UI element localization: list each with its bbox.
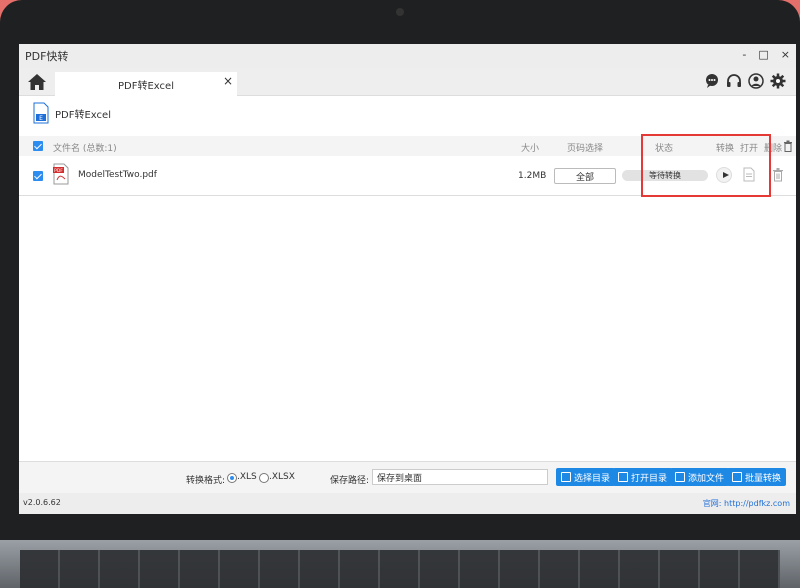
format-label: 转换格式: [186, 476, 226, 486]
add-file-label: 添加文件 [688, 473, 725, 484]
delete-all-icon[interactable] [783, 140, 793, 152]
minimize-button[interactable]: - [742, 48, 746, 61]
path-label: 保存路径: [330, 476, 370, 486]
open-dir-button[interactable]: 打开目录 [613, 468, 673, 486]
file-name: ModelTestTwo.pdf [78, 170, 157, 180]
row-checkbox[interactable] [33, 171, 43, 181]
user-icon[interactable] [748, 73, 764, 89]
header-tools [704, 73, 786, 89]
folder-open-icon [618, 472, 628, 482]
camera-dot [396, 8, 404, 16]
folder-icon [561, 472, 571, 482]
mode-header: E PDF转Excel [33, 102, 111, 124]
title-bar: PDF快转 - □ × [19, 44, 796, 68]
page-range-label: 全部 [575, 172, 594, 183]
add-file-button[interactable]: 添加文件 [670, 468, 730, 486]
bottom-toolbar: 转换格式: .XLS .XLSX 保存路径: 选择目录 打开目录 添加文件 批量… [19, 461, 796, 493]
choose-dir-button[interactable]: 选择目录 [556, 468, 616, 486]
svg-text:PDF: PDF [54, 168, 63, 174]
tab-bar: PDF转Excel × [19, 68, 796, 96]
highlight-box [641, 134, 771, 197]
col-pages: 页码选择 [567, 144, 604, 154]
plus-icon [675, 472, 685, 482]
tab-label: PDF转Excel [118, 80, 174, 92]
pdf-file-icon: PDF [53, 163, 69, 185]
home-icon[interactable] [27, 73, 47, 91]
maximize-button[interactable]: □ [758, 48, 768, 61]
col-size: 大小 [521, 144, 540, 154]
svg-text:E: E [39, 115, 43, 122]
close-window-button[interactable]: × [781, 48, 790, 61]
mode-title: PDF转Excel [55, 109, 111, 121]
col-filename: 文件名 (总数:1) [53, 144, 117, 154]
format-xlsx-label: .XLSX [269, 472, 295, 482]
file-size: 1.2MB [518, 171, 547, 181]
chat-icon[interactable] [704, 73, 720, 89]
website-link[interactable]: 官网: http://pdfkz.com [703, 498, 790, 509]
version-text: v2.0.6.62 [23, 498, 61, 507]
status-bar: v2.0.6.62 官网: http://pdfkz.com [19, 493, 796, 514]
format-xls-label: .XLS [237, 472, 257, 482]
tab-close-icon[interactable]: × [223, 74, 233, 88]
format-xlsx-radio[interactable] [259, 473, 269, 483]
app-title: PDF快转 [25, 50, 69, 63]
app-window: PDF快转 - □ × PDF转Excel × E PDF转Excel 文件名 … [19, 44, 796, 514]
choose-dir-label: 选择目录 [574, 473, 611, 484]
convert-icon [732, 472, 742, 482]
headset-icon[interactable] [726, 73, 742, 89]
laptop-keyboard [0, 540, 800, 588]
tab-pdf-to-excel[interactable]: PDF转Excel [55, 72, 237, 96]
select-all-checkbox[interactable] [33, 141, 43, 151]
trash-icon[interactable] [772, 167, 784, 182]
excel-file-icon: E [33, 102, 49, 124]
save-path-input[interactable] [372, 469, 548, 485]
batch-convert-label: 批量转换 [745, 473, 782, 484]
open-dir-label: 打开目录 [631, 473, 668, 484]
window-controls: - □ × [742, 48, 790, 61]
keyboard-keys [20, 550, 780, 588]
gear-icon[interactable] [770, 73, 786, 89]
page-range-button[interactable]: 全部 [554, 168, 616, 184]
format-xls-radio[interactable] [227, 473, 237, 483]
batch-convert-button[interactable]: 批量转换 [727, 468, 787, 486]
screen: PDF快转 - □ × PDF转Excel × E PDF转Excel 文件名 … [19, 44, 796, 514]
